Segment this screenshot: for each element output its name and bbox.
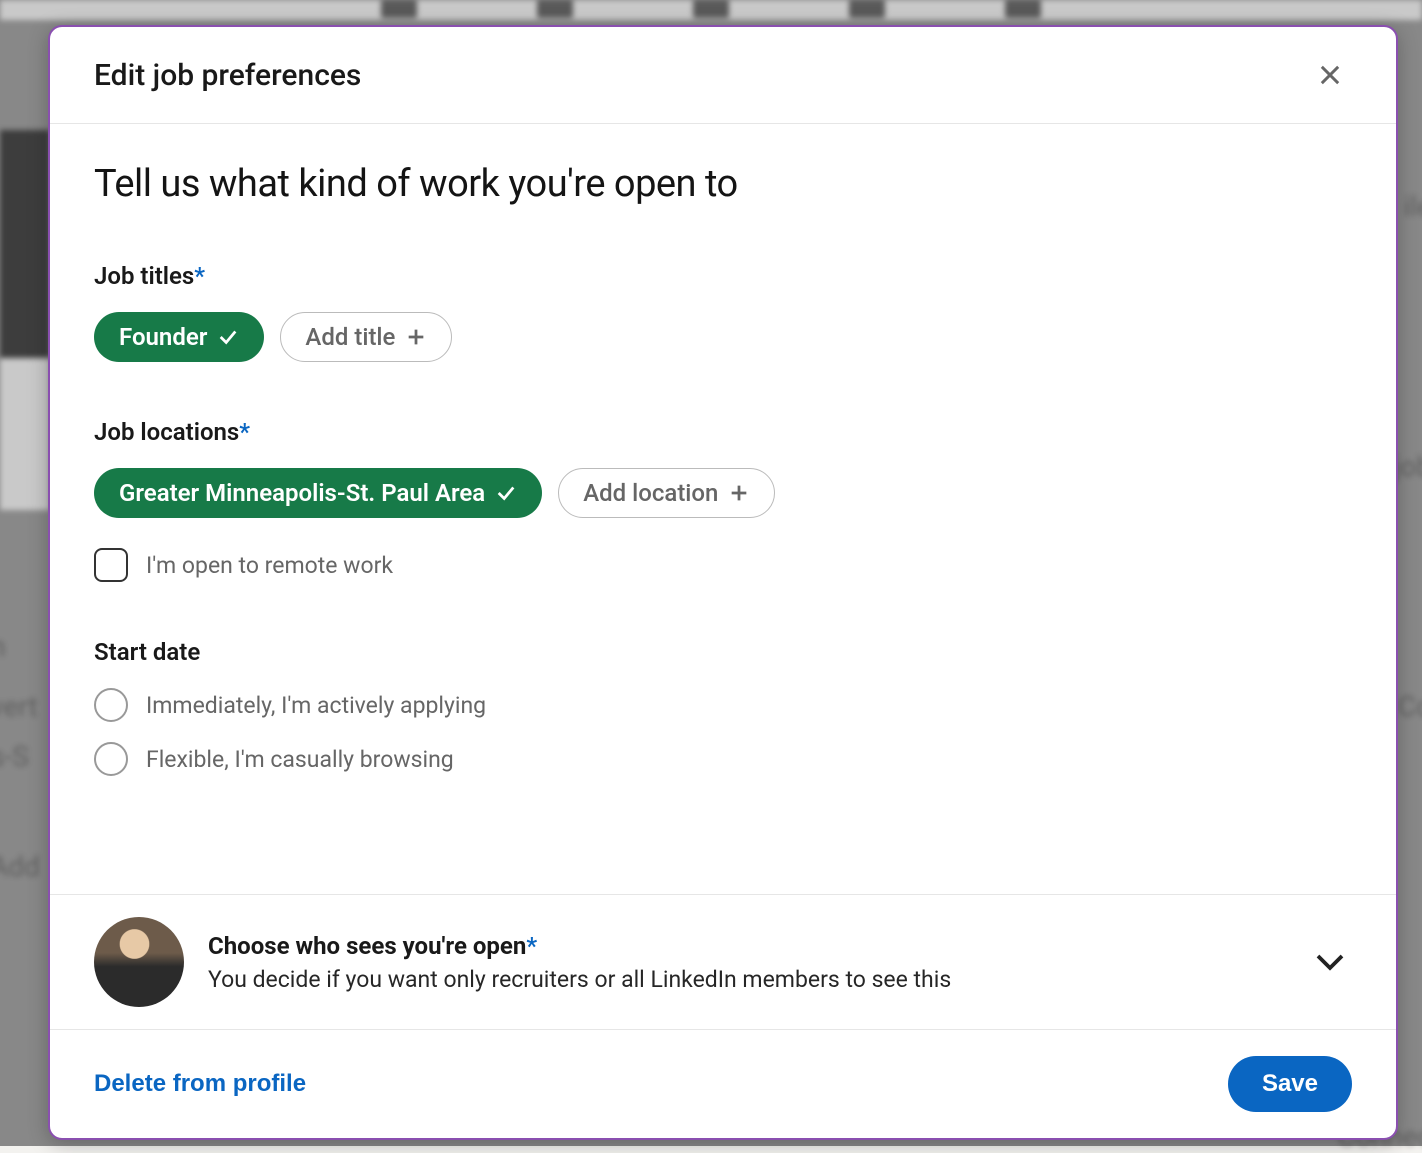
remote-work-checkbox[interactable]	[94, 548, 128, 582]
modal-footer: Delete from profile Save	[50, 1029, 1396, 1138]
add-location-button[interactable]: Add location	[558, 468, 775, 518]
start-date-radio-flexible[interactable]	[94, 742, 128, 776]
modal-header: Edit job preferences	[50, 27, 1396, 124]
job-titles-section: Job titles* Founder Add title	[94, 262, 1352, 362]
modal-title: Edit job preferences	[94, 58, 361, 93]
chevron-down-icon	[1312, 944, 1348, 980]
check-icon	[495, 482, 517, 504]
start-date-option-flexible: Flexible, I'm casually browsing	[146, 746, 454, 773]
start-date-section: Start date Immediately, I'm actively app…	[94, 638, 1352, 776]
job-titles-label: Job titles*	[94, 262, 1352, 290]
start-date-option-immediately: Immediately, I'm actively applying	[146, 692, 486, 719]
headline: Tell us what kind of work you're open to	[94, 162, 1352, 206]
visibility-section[interactable]: Choose who sees you're open* You decide …	[50, 894, 1396, 1029]
avatar	[94, 917, 184, 1007]
delete-from-profile-button[interactable]: Delete from profile	[94, 1070, 306, 1098]
close-button[interactable]	[1308, 53, 1352, 97]
job-locations-label: Job locations*	[94, 418, 1352, 446]
plus-icon	[728, 482, 750, 504]
job-locations-section: Job locations* Greater Minneapolis-St. P…	[94, 418, 1352, 582]
job-location-pill-msp[interactable]: Greater Minneapolis-St. Paul Area	[94, 468, 542, 518]
visibility-expand[interactable]	[1308, 940, 1352, 984]
job-title-pill-founder[interactable]: Founder	[94, 312, 264, 362]
visibility-subtitle: You decide if you want only recruiters o…	[208, 966, 1284, 993]
remote-work-label: I'm open to remote work	[146, 552, 393, 579]
modal-body: Tell us what kind of work you're open to…	[50, 124, 1396, 894]
top-nav	[0, 0, 1422, 20]
edit-job-preferences-modal: Edit job preferences Tell us what kind o…	[48, 25, 1398, 1140]
check-icon	[217, 326, 239, 348]
save-button[interactable]: Save	[1228, 1056, 1352, 1112]
plus-icon	[405, 326, 427, 348]
visibility-title: Choose who sees you're open*	[208, 932, 1284, 960]
close-icon	[1316, 61, 1344, 89]
start-date-label: Start date	[94, 638, 1352, 666]
add-title-button[interactable]: Add title	[280, 312, 452, 362]
start-date-radio-immediately[interactable]	[94, 688, 128, 722]
